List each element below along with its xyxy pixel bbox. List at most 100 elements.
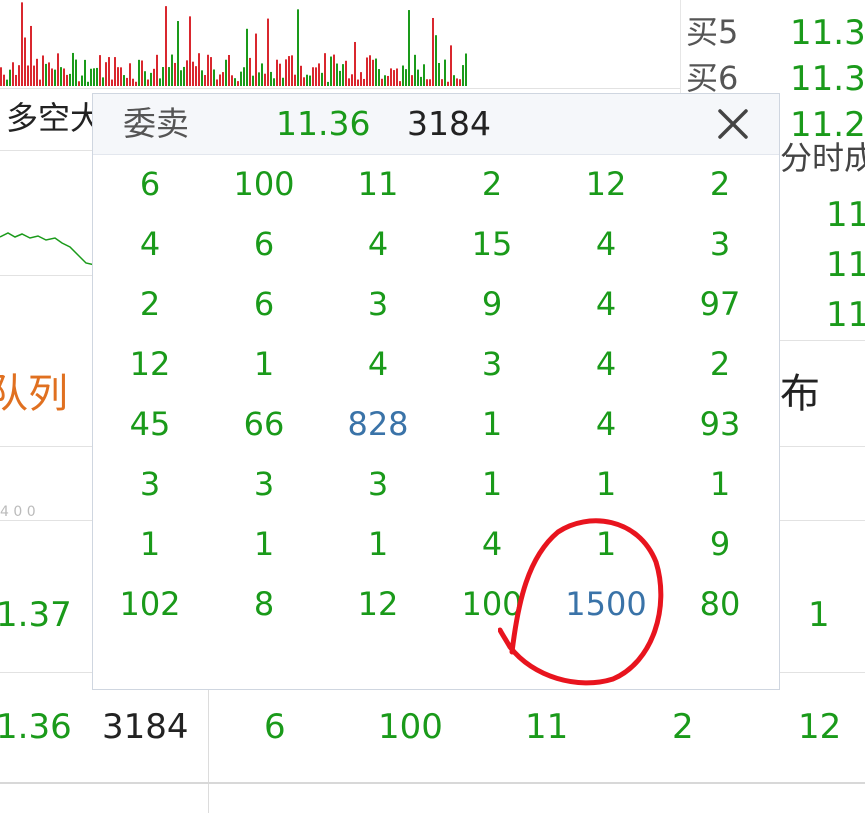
row-value-2: 100 (378, 707, 443, 747)
volume-bar (129, 63, 131, 86)
volume-bar (201, 70, 203, 86)
volume-bar (153, 68, 155, 86)
order-size-cell: 3 (709, 225, 731, 263)
close-icon[interactable] (713, 104, 753, 144)
volume-bar (240, 71, 242, 86)
row-value-3: 11 (525, 707, 569, 747)
order-size-cell: 9 (709, 525, 731, 563)
order-size-cell: 2 (481, 165, 503, 203)
order-size-cell: 3 (367, 465, 389, 503)
distribution-title: 布 (780, 371, 820, 417)
volume-bar (132, 78, 134, 86)
order-row: 4 6 4 15 4 3 (93, 214, 779, 274)
volume-bar (456, 78, 458, 86)
volume-bar (402, 65, 404, 86)
volume-bar (87, 81, 89, 86)
time-share-tab[interactable]: 分时成 (780, 142, 865, 174)
volume-bar (441, 79, 443, 86)
volume-bar (378, 69, 380, 86)
volume-bar (264, 73, 266, 86)
volume-bar (453, 75, 455, 86)
popup-title: 委卖 (123, 104, 189, 143)
volume-bar (372, 59, 374, 86)
row-value-5: 12 (798, 707, 842, 747)
order-size-cell: 97 (699, 285, 741, 323)
order-size-cell: 4 (481, 525, 503, 563)
volume-bar (135, 81, 137, 86)
long-short-tab[interactable]: 多空大 (6, 102, 102, 134)
volume-bar (432, 17, 434, 87)
volume-bar (57, 53, 59, 86)
volume-bar (117, 67, 119, 86)
volume-bar (93, 68, 95, 86)
order-size-cell: 8 (253, 585, 275, 623)
ask-level-5-label: 买5 (686, 13, 739, 51)
volume-bar (327, 81, 329, 86)
order-row: 2 6 3 9 4 97 (93, 274, 779, 334)
volume-bar (63, 68, 65, 86)
volume-bar (102, 77, 104, 86)
volume-bar (312, 67, 314, 86)
row-price-1137: 1.37 (0, 595, 72, 635)
volume-bar (330, 56, 332, 86)
volume-bar (9, 69, 11, 86)
volume-bar (318, 63, 320, 86)
close-x-glyph (718, 109, 748, 139)
volume-bar (171, 54, 173, 86)
volume-bar (390, 68, 392, 86)
volume-bar (306, 74, 308, 86)
volume-bar (78, 81, 80, 86)
volume-bar (120, 67, 122, 86)
volume-bar (81, 75, 83, 86)
order-size-cell: 6 (253, 285, 275, 323)
order-size-cell: 1 (253, 525, 275, 563)
volume-bar (273, 78, 275, 86)
volume-bar (438, 62, 440, 86)
volume-bar (111, 79, 113, 86)
volume-bar (255, 33, 257, 86)
volume-bar (126, 77, 128, 86)
volume-bar (15, 74, 17, 86)
volume-bar (297, 9, 299, 87)
volume-bar (6, 79, 8, 86)
order-size-cell: 12 (585, 165, 627, 203)
volume-bar (45, 63, 47, 86)
order-size-cell: 4 (595, 285, 617, 323)
order-size-cell: 4 (595, 345, 617, 383)
volume-bar (459, 79, 461, 86)
volume-bar (54, 69, 56, 86)
volume-bar (414, 54, 416, 86)
volume-bar (48, 62, 50, 86)
ask-level-7-price: 11.29 (790, 105, 865, 145)
volume-bar (309, 75, 311, 86)
volume-bar (345, 60, 347, 86)
order-size-cell: 11 (357, 165, 399, 203)
volume-bar (90, 68, 92, 86)
order-size-cell: 100 (233, 165, 295, 203)
order-row: 6 100 11 2 12 2 (93, 154, 779, 214)
order-size-cell: 1 (139, 525, 161, 563)
ask-level-6-label: 买6 (686, 59, 739, 97)
order-size-cell: 1 (253, 345, 275, 383)
order-size-cell: 12 (357, 585, 399, 623)
volume-bar (18, 65, 20, 86)
volume-bar (396, 68, 398, 86)
row-value-1: 6 (264, 707, 286, 747)
sell-orders-popup: 委卖 11.36 3184 6 100 11 2 12 2 4 6 4 15 4 3 2 6 3 9 4 97 12… (92, 93, 780, 690)
order-size-cell: 6 (253, 225, 275, 263)
volume-bar (375, 58, 377, 86)
order-size-cell: 9 (481, 285, 503, 323)
order-size-cell: 1 (481, 405, 503, 443)
order-size-cell: 3 (253, 465, 275, 503)
volume-bar (369, 55, 371, 86)
volume-bar (261, 63, 263, 86)
order-size-cell: 4 (367, 345, 389, 383)
volume-bar (180, 70, 182, 86)
faded-value: 4 0 0 (0, 504, 36, 520)
volume-bar (333, 54, 335, 86)
volume-bar (279, 63, 281, 86)
volume-bar (12, 62, 14, 86)
volume-bar (207, 54, 209, 86)
volume-bar (462, 65, 464, 86)
volume-bar (429, 79, 431, 86)
